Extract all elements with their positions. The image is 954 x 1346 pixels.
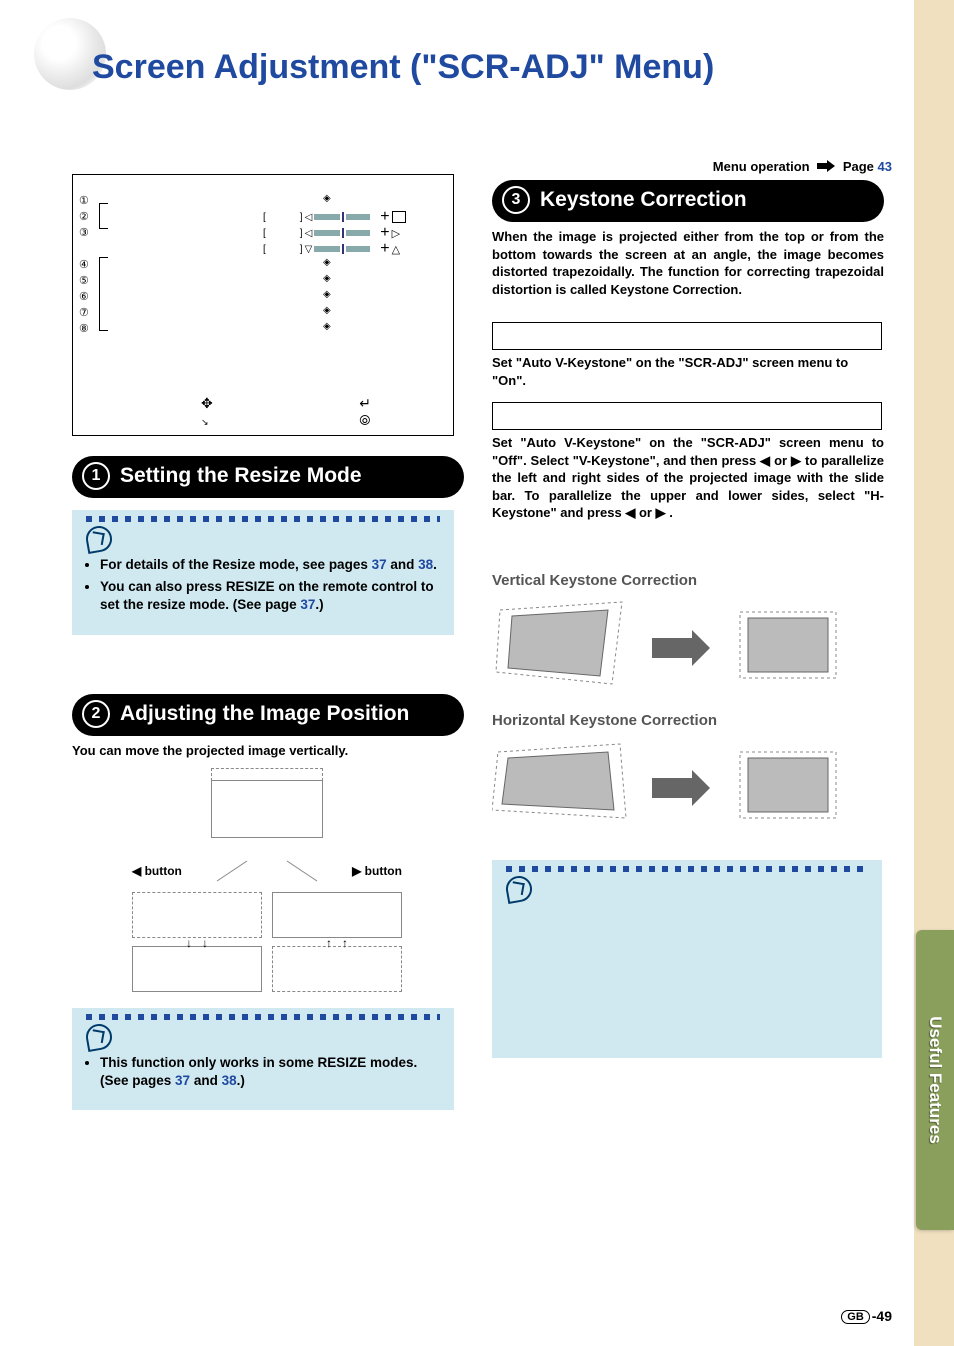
s2-note-a: This function only works in some — [100, 1055, 318, 1070]
arrow-right-icon — [817, 160, 835, 175]
section2-intro: You can move the projected image vertica… — [72, 742, 452, 760]
section3-heading: Keystone Correction — [540, 188, 747, 212]
page-link-37c[interactable]: 37 — [175, 1073, 190, 1088]
s3-t-b: or — [774, 453, 787, 468]
gb-badge: GB — [841, 1310, 870, 1324]
page-label: Page — [843, 159, 874, 174]
image-position-diagram: ◀ button ▶ button ↓ ↓ ↑ ↑ — [132, 768, 402, 992]
page-link-37[interactable]: 37 — [372, 557, 387, 572]
page-number: -49 — [872, 1308, 892, 1324]
osd-footer-icons: ✥↘ ↵⦾ — [201, 395, 371, 429]
s1-note-l2a: You can also press — [100, 579, 226, 594]
section3-note: The Keystone Correction can be adjusted … — [492, 860, 882, 1058]
resize-text: RESIZE — [318, 1055, 367, 1070]
page-title: Screen Adjustment ("SCR-ADJ" Menu) — [92, 48, 714, 87]
diagonal-line-icon — [212, 856, 252, 886]
side-tab: Useful Features — [916, 930, 954, 1230]
side-tab-label: Useful Features — [925, 1016, 945, 1144]
triangle-right-icon: ▶ — [791, 453, 805, 468]
s3-t-e: . — [669, 505, 673, 520]
s3-note-l2: When the screen is slanting or the image… — [520, 1001, 868, 1037]
diagonal-line-icon — [282, 856, 322, 886]
circled-3-icon: 3 — [502, 186, 530, 214]
section3-intro: When the image is projected either from … — [492, 228, 884, 298]
note-dots-decor — [506, 866, 868, 872]
vertical-keystone-subheading: Vertical Keystone Correction — [492, 572, 697, 589]
horizontal-keystone-figure — [492, 738, 852, 838]
menu-operation-label: Menu operation — [713, 159, 810, 174]
note-icon — [84, 524, 114, 554]
s1-note-l1c: and — [387, 557, 419, 572]
manual-keystone-text: Set "Auto V-Keystone" on the "SCR-ADJ" s… — [492, 434, 884, 522]
osd-menu-diagram: ①②③④⑤⑥⑦⑧ ◈ ◈ ◈ ◈ ◈ ◈ []◁+ []◁+▷ []▽+△ ✥↘… — [72, 174, 454, 436]
s2-note-g: .) — [237, 1073, 245, 1088]
auto-keystone-frame — [492, 322, 882, 350]
note-dots-decor — [86, 516, 440, 522]
slider-bars-icon: []◁+ []◁+▷ []▽+△ — [263, 209, 406, 257]
triangle-right-icon: ▶ — [352, 864, 361, 878]
page-link-37b[interactable]: 37 — [300, 597, 315, 612]
note-dots-decor — [86, 1014, 440, 1020]
triangle-left-icon: ◀ — [132, 864, 141, 878]
page-link-38b[interactable]: 38 — [222, 1073, 237, 1088]
auto-vkey-on-text: Set "Auto V-Keystone" on the "SCR-ADJ" s… — [492, 354, 884, 389]
osd-item-numbers: ①②③④⑤⑥⑦⑧ — [79, 193, 89, 337]
manual-keystone-frame — [492, 402, 882, 430]
s2-note-e: and — [190, 1073, 222, 1088]
s1-note-l1a: For details of the Resize mode, see page… — [100, 557, 372, 572]
left-button-label: button — [145, 864, 182, 878]
page-link-38[interactable]: 38 — [418, 557, 433, 572]
section2-heading-pill: 2 Adjusting the Image Position — [72, 694, 464, 736]
s1-note-l1e: . — [433, 557, 437, 572]
note-icon — [504, 874, 534, 904]
menu-operation-ref: Menu operation Page 43 — [713, 159, 892, 175]
circled-2-icon: 2 — [82, 700, 110, 728]
page-footer: GB-49 — [841, 1308, 892, 1324]
vertical-keystone-figure — [492, 598, 852, 698]
section2-heading: Adjusting the Image Position — [120, 702, 409, 726]
s1-note-l2e: .) — [315, 597, 323, 612]
section3-heading-pill: 3 Keystone Correction — [492, 180, 884, 222]
section1-heading-pill: 1 Setting the Resize Mode — [72, 456, 464, 498]
right-button-label: button — [365, 864, 402, 878]
note-icon — [84, 1022, 114, 1052]
circled-1-icon: 1 — [82, 462, 110, 490]
horizontal-keystone-subheading: Horizontal Keystone Correction — [492, 712, 717, 729]
page-content: Menu operation Page 43 ①②③④⑤⑥⑦⑧ ◈ ◈ ◈ ◈ … — [72, 154, 892, 1306]
section1-heading: Setting the Resize Mode — [120, 464, 362, 488]
triangle-right-icon: ▶ — [656, 505, 670, 520]
resize-button-label: RESIZE — [226, 579, 275, 594]
triangle-left-icon: ◀ — [625, 505, 639, 520]
page-number-link[interactable]: 43 — [878, 159, 892, 174]
s3-note-l1: The Keystone Correction can be adjusted … — [520, 906, 868, 997]
s3-t-d: or — [639, 505, 652, 520]
section1-note: For details of the Resize mode, see page… — [72, 510, 454, 635]
section2-note: This function only works in some RESIZE … — [72, 1008, 454, 1110]
triangle-left-icon: ◀ — [760, 453, 774, 468]
